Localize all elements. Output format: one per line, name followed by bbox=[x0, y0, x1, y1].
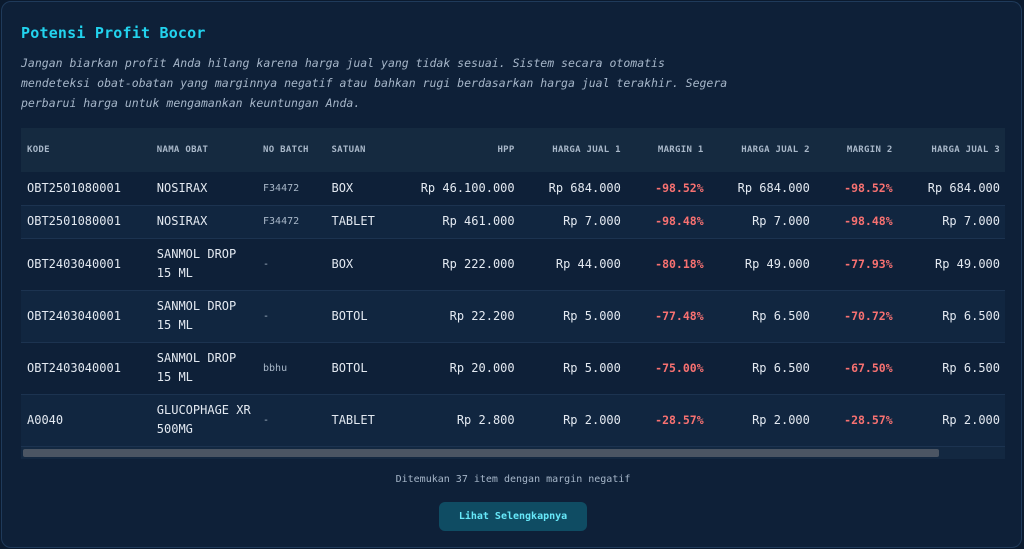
cell-margin1: -98.52% bbox=[626, 172, 710, 206]
table-row[interactable]: OBT2403040001 SANMOL DROP 15 ML bbhu BOT… bbox=[21, 342, 1005, 395]
cell-kode: A0040 bbox=[21, 394, 151, 447]
cell-harga2: Rp 6.500 bbox=[709, 342, 816, 395]
scrollbar-thumb[interactable] bbox=[23, 449, 939, 457]
col-header-harga2[interactable]: HARGA JUAL 2 bbox=[710, 128, 816, 172]
cell-kode: OBT2403040001 bbox=[21, 290, 151, 343]
cell-batch: F34472 bbox=[257, 172, 326, 206]
cell-satuan: BOX bbox=[325, 238, 396, 291]
cell-satuan: BOTOL bbox=[325, 342, 396, 395]
cell-margin1: -28.57% bbox=[626, 394, 710, 447]
col-header-margin1[interactable]: MARGIN 1 bbox=[627, 128, 710, 172]
col-header-harga3[interactable]: HARGA JUAL 3 bbox=[899, 128, 1005, 172]
cell-satuan: TABLET bbox=[325, 394, 396, 447]
table-container: KODE NAMA OBAT NO BATCH SATUAN HPP HARGA… bbox=[21, 128, 1005, 458]
cell-harga3: Rp 2.000 bbox=[898, 394, 1005, 447]
cell-satuan: BOX bbox=[325, 172, 396, 206]
col-header-batch[interactable]: NO BATCH bbox=[257, 128, 325, 172]
cell-satuan: BOTOL bbox=[325, 290, 396, 343]
cell-harga2: Rp 7.000 bbox=[709, 205, 816, 239]
cell-hpp: Rp 20.000 bbox=[395, 342, 521, 395]
cell-harga3: Rp 7.000 bbox=[898, 205, 1005, 239]
cell-nama: SANMOL DROP 15 ML bbox=[150, 290, 258, 343]
cell-harga1: Rp 7.000 bbox=[520, 205, 627, 239]
cell-nama: GLUCOPHAGE XR 500MG bbox=[150, 394, 258, 447]
cell-batch: - bbox=[257, 238, 326, 291]
cell-margin2: -77.93% bbox=[815, 238, 899, 291]
horizontal-scrollbar[interactable] bbox=[21, 447, 1005, 459]
cell-harga2: Rp 684.000 bbox=[709, 172, 816, 206]
col-header-harga1[interactable]: HARGA JUAL 1 bbox=[521, 128, 627, 172]
cell-harga1: Rp 2.000 bbox=[520, 394, 627, 447]
cell-kode: OBT2403040001 bbox=[21, 238, 151, 291]
table-row[interactable]: OBT2501080001 NOSIRAX F34472 TABLET Rp 4… bbox=[21, 205, 1005, 239]
panel-description: Jangan biarkan profit Anda hilang karena… bbox=[21, 56, 728, 110]
cell-satuan: TABLET bbox=[325, 205, 396, 239]
cell-margin2: -98.48% bbox=[815, 205, 899, 239]
cell-harga2: Rp 2.000 bbox=[709, 394, 816, 447]
col-header-kode[interactable]: KODE bbox=[21, 128, 151, 172]
cell-harga3: Rp 684.000 bbox=[898, 172, 1005, 206]
cell-hpp: Rp 46.100.000 bbox=[395, 172, 521, 206]
cell-hpp: Rp 222.000 bbox=[395, 238, 521, 291]
cell-batch: bbhu bbox=[257, 342, 326, 395]
cell-margin1: -80.18% bbox=[626, 238, 710, 291]
cell-harga1: Rp 44.000 bbox=[520, 238, 627, 291]
col-header-nama[interactable]: NAMA OBAT bbox=[151, 128, 257, 172]
table-row[interactable]: OBT2403040001 SANMOL DROP 15 ML - BOTOL … bbox=[21, 290, 1005, 343]
cell-kode: OBT2403040001 bbox=[21, 342, 151, 395]
cell-harga3: Rp 6.500 bbox=[898, 290, 1005, 343]
cell-nama: SANMOL DROP 15 ML bbox=[150, 342, 258, 395]
cell-kode: OBT2501080001 bbox=[21, 172, 151, 206]
negative-margin-table: KODE NAMA OBAT NO BATCH SATUAN HPP HARGA… bbox=[21, 128, 1005, 447]
cell-harga2: Rp 6.500 bbox=[709, 290, 816, 343]
cell-nama: NOSIRAX bbox=[150, 205, 258, 239]
view-more-button[interactable]: Lihat Selengkapnya bbox=[439, 502, 587, 531]
table-header-row: KODE NAMA OBAT NO BATCH SATUAN HPP HARGA… bbox=[21, 128, 1005, 172]
cell-hpp: Rp 461.000 bbox=[395, 205, 521, 239]
cell-margin2: -98.52% bbox=[815, 172, 899, 206]
col-header-hpp[interactable]: HPP bbox=[396, 128, 521, 172]
cell-nama: SANMOL DROP 15 ML bbox=[150, 238, 258, 291]
cell-harga1: Rp 5.000 bbox=[520, 342, 627, 395]
profit-leak-panel: Potensi Profit Bocor Jangan biarkan prof… bbox=[1, 1, 1022, 548]
table-row[interactable]: OBT2501080001 NOSIRAX F34472 BOX Rp 46.1… bbox=[21, 172, 1005, 206]
cell-kode: OBT2501080001 bbox=[21, 205, 151, 239]
cell-margin2: -28.57% bbox=[815, 394, 899, 447]
table-row[interactable]: A0040 GLUCOPHAGE XR 500MG - TABLET Rp 2.… bbox=[21, 394, 1005, 447]
cell-harga3: Rp 49.000 bbox=[898, 238, 1005, 291]
cell-hpp: Rp 2.800 bbox=[395, 394, 521, 447]
cell-margin1: -77.48% bbox=[626, 290, 710, 343]
cell-nama: NOSIRAX bbox=[150, 172, 258, 206]
cell-margin1: -98.48% bbox=[626, 205, 710, 239]
found-count-text: Ditemukan 37 item dengan margin negatif bbox=[395, 474, 631, 485]
cell-batch: - bbox=[257, 394, 326, 447]
cell-harga1: Rp 5.000 bbox=[520, 290, 627, 343]
col-header-satuan[interactable]: SATUAN bbox=[325, 128, 396, 172]
table-row[interactable]: OBT2403040001 SANMOL DROP 15 ML - BOX Rp… bbox=[21, 238, 1005, 291]
cell-margin2: -70.72% bbox=[815, 290, 899, 343]
cell-harga3: Rp 6.500 bbox=[898, 342, 1005, 395]
cell-hpp: Rp 22.200 bbox=[395, 290, 521, 343]
cell-harga2: Rp 49.000 bbox=[709, 238, 816, 291]
panel-title: Potensi Profit Bocor bbox=[21, 24, 206, 42]
cell-harga1: Rp 684.000 bbox=[520, 172, 627, 206]
cell-batch: - bbox=[257, 290, 326, 343]
col-header-margin2[interactable]: MARGIN 2 bbox=[816, 128, 899, 172]
cell-batch: F34472 bbox=[257, 205, 326, 239]
cell-margin1: -75.00% bbox=[626, 342, 710, 395]
cell-margin2: -67.50% bbox=[815, 342, 899, 395]
